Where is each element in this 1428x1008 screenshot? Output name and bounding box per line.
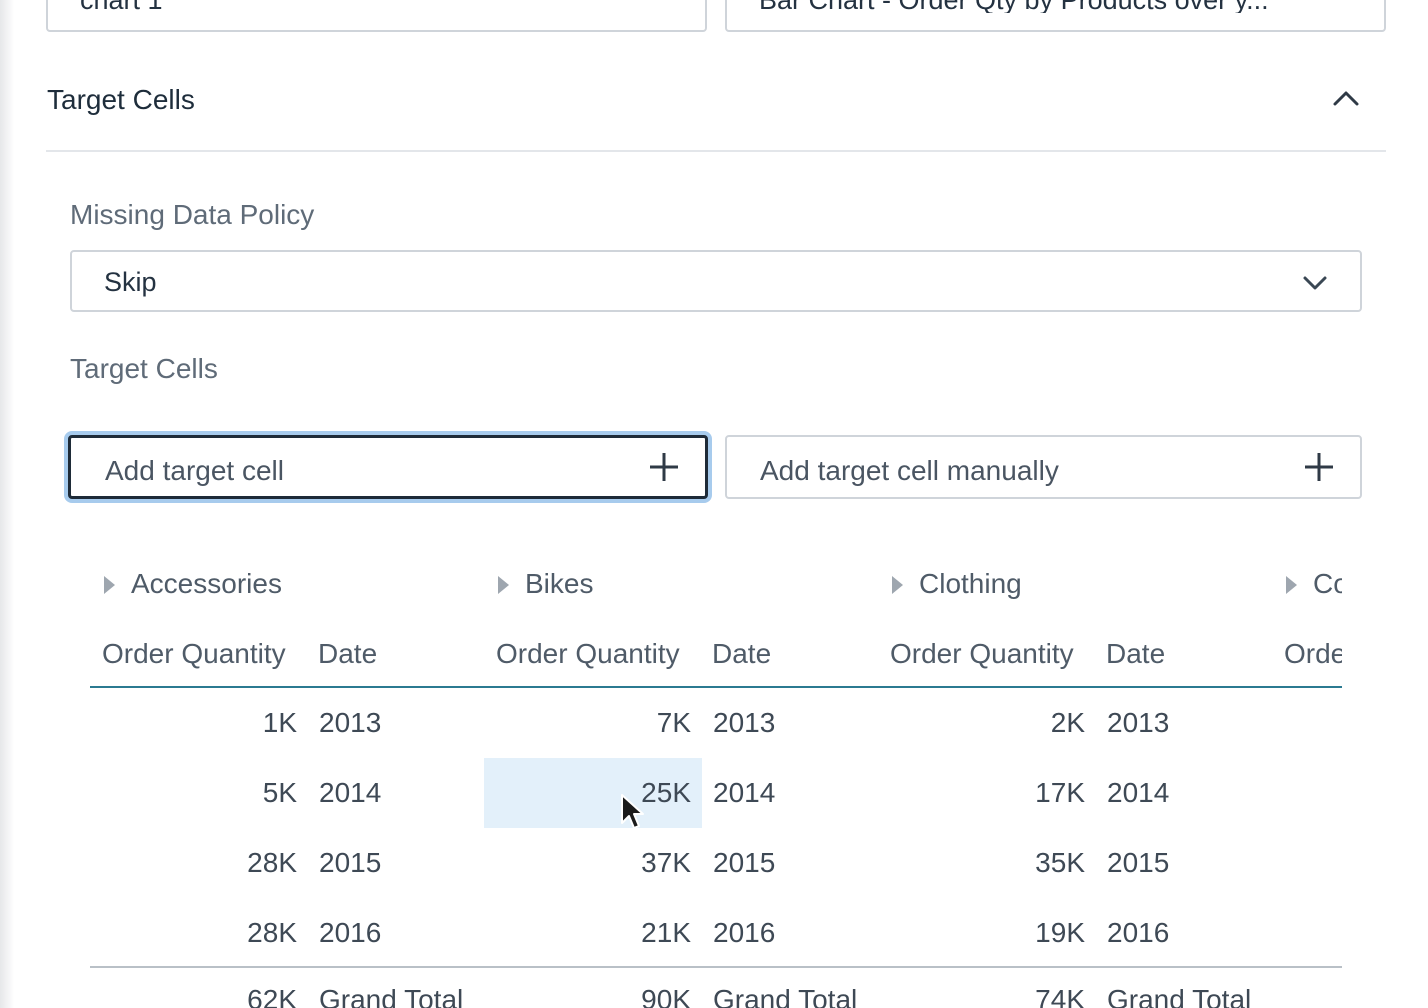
grand-total-quantity[interactable]: 62K [90, 983, 297, 1008]
table-cell-quantity[interactable]: 37K [484, 846, 691, 880]
table-cell-date[interactable]: 2016 [319, 916, 381, 950]
group-label: Clothing [919, 568, 1022, 599]
table-cell-quantity[interactable]: 21K [484, 916, 691, 950]
expand-triangle-icon[interactable] [498, 576, 509, 594]
expand-triangle-icon[interactable] [892, 576, 903, 594]
column-header-order-quantity[interactable]: Orde [1284, 638, 1342, 670]
grand-total-label: Grand Total [713, 984, 858, 1008]
table-cell-quantity[interactable]: 1K [90, 706, 297, 740]
missing-data-policy-value: Skip [104, 267, 157, 297]
table-cell-quantity[interactable]: 5K [90, 776, 297, 810]
table-cell-quantity[interactable]: 2K [878, 706, 1085, 740]
table-cell-date[interactable]: 2013 [319, 706, 381, 740]
table-cell-quantity[interactable]: 35K [878, 846, 1085, 880]
table-cell-quantity[interactable]: 17K [878, 776, 1085, 810]
totals-divider [90, 966, 1342, 968]
chart-select-value: chart 1 [80, 0, 163, 13]
chart-select[interactable]: chart 1 [46, 0, 707, 32]
add-target-cell-manually-placeholder: Add target cell manually [760, 455, 1059, 486]
plus-icon[interactable] [1304, 452, 1334, 482]
target-cells-label: Target Cells [70, 353, 218, 384]
group-label: Accessories [131, 568, 282, 599]
missing-data-policy-select[interactable]: Skip [70, 250, 1362, 312]
chevron-down-icon [1303, 276, 1327, 290]
column-header-order-quantity[interactable]: Order Quantity [102, 638, 286, 670]
table-cell-quantity[interactable]: 28K [90, 846, 297, 880]
group-label: Bikes [525, 568, 594, 599]
table-cell-date[interactable]: 2014 [1107, 776, 1169, 810]
table-cell-quantity-hovered[interactable]: 25K [484, 776, 691, 810]
column-header-order-quantity[interactable]: Order Quantity [890, 638, 1074, 670]
table-cell-date[interactable]: 2014 [319, 776, 381, 810]
target-cells-section-header[interactable]: Target Cells [46, 76, 1386, 152]
mouse-cursor-icon [621, 794, 644, 829]
visual-select[interactable]: Bar Chart - Order Qty by Products over y… [725, 0, 1386, 32]
section-title: Target Cells [47, 84, 195, 115]
column-header-date[interactable]: Date [1106, 638, 1165, 670]
expand-triangle-icon[interactable] [104, 576, 115, 594]
add-target-cell-placeholder: Add target cell [105, 455, 284, 486]
column-header-date[interactable]: Date [712, 638, 771, 670]
grand-total-quantity[interactable]: 74K [878, 983, 1085, 1008]
table-cell-date[interactable]: 2014 [713, 776, 775, 810]
table-cell-date[interactable]: 2013 [713, 706, 775, 740]
add-target-cell-input[interactable]: Add target cell [68, 435, 708, 499]
left-panel-shadow [0, 0, 14, 1008]
table-cell-date[interactable]: 2013 [1107, 706, 1169, 740]
plus-icon[interactable] [649, 452, 679, 482]
chevron-up-icon[interactable] [1332, 88, 1360, 108]
visual-select-value: Bar Chart - Order Qty by Products over y… [759, 0, 1324, 13]
column-header-date[interactable]: Date [318, 638, 377, 670]
grand-total-quantity[interactable]: 90K [484, 983, 691, 1008]
add-target-cell-manually-input[interactable]: Add target cell manually [725, 435, 1362, 499]
table-cell-date[interactable]: 2015 [319, 846, 381, 880]
grand-total-label: Grand Total [1107, 984, 1252, 1008]
table-cell-date[interactable]: 2016 [1107, 916, 1169, 950]
expand-triangle-icon[interactable] [1286, 576, 1297, 594]
table-cell-date[interactable]: 2015 [713, 846, 775, 880]
grand-total-label: Grand Total [319, 984, 464, 1008]
missing-data-policy-label: Missing Data Policy [70, 199, 315, 230]
table-cell-date[interactable]: 2015 [1107, 846, 1169, 880]
column-header-order-quantity[interactable]: Order Quantity [496, 638, 680, 670]
pivot-grid: Accessories Bikes Clothing Co Order Quan… [90, 560, 1342, 1008]
header-divider [90, 686, 1342, 688]
table-cell-date[interactable]: 2016 [713, 916, 775, 950]
table-cell-quantity[interactable]: 7K [484, 706, 691, 740]
group-label: Co [1313, 568, 1342, 599]
table-cell-quantity[interactable]: 28K [90, 916, 297, 950]
table-cell-quantity[interactable]: 19K [878, 916, 1085, 950]
